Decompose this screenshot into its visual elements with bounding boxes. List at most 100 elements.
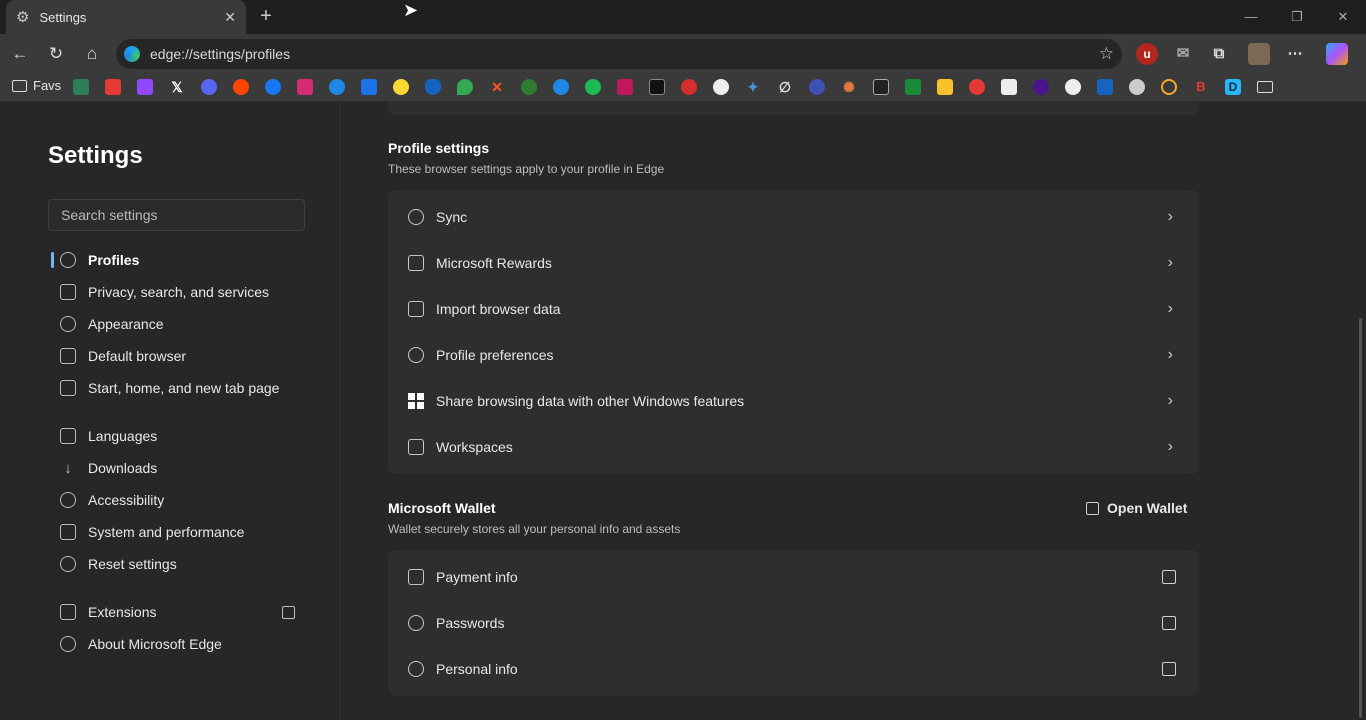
sidebar-item-reset[interactable]: Reset settings [60,552,310,576]
person-card-icon [408,661,424,677]
scrollbar[interactable] [1359,318,1362,718]
favicon-box-icon[interactable] [873,79,889,95]
favicon-purple-icon[interactable] [1033,79,1049,95]
sidebar-item-profiles[interactable]: Profiles [60,248,310,272]
favicon-ring-icon[interactable] [1161,79,1177,95]
row-import-browser-data[interactable]: Import browser data › [388,286,1199,332]
favicon-d-icon[interactable]: D [1225,79,1241,95]
favicon-bug-icon[interactable] [969,79,985,95]
refresh-icon[interactable]: ↻ [44,42,68,66]
row-passwords[interactable]: Passwords [388,600,1199,646]
url-text[interactable]: edge://settings/profiles [150,46,290,62]
previous-card-bottom [388,102,1199,115]
sidebar-item-default-browser[interactable]: Default browser [60,344,310,368]
row-payment-info[interactable]: Payment info [388,554,1199,600]
sidebar-item-languages[interactable]: Languages [60,424,310,448]
youtube-icon[interactable] [105,79,121,95]
favicon-green-icon[interactable] [521,79,537,95]
settings-sidebar: Settings Search settings Profiles Privac… [0,102,340,720]
favicon-dark-icon[interactable] [649,79,665,95]
reddit-icon[interactable] [233,79,249,95]
sidebar-item-downloads[interactable]: ↓ Downloads [60,456,310,480]
home-icon[interactable]: ⌂ [80,42,104,66]
discord-icon[interactable] [201,79,217,95]
tab-close-icon[interactable]: ✕ [224,9,236,26]
back-arrow-icon[interactable]: ← [8,42,32,66]
maps-icon[interactable] [457,79,473,95]
sidebar-item-label: Languages [88,428,158,444]
favicon-indigo-icon[interactable] [809,79,825,95]
favicon-yellow-icon[interactable] [937,79,953,95]
sidebar-item-privacy[interactable]: Privacy, search, and services [60,280,310,304]
favicon-terminal-icon[interactable] [1097,79,1113,95]
x-icon[interactable]: 𝕏 [169,79,185,95]
row-microsoft-rewards[interactable]: Microsoft Rewards › [388,240,1199,286]
row-profile-preferences[interactable]: Profile preferences › [388,332,1199,378]
folder-icon [12,79,27,92]
profile-settings-title: Profile settings [388,140,490,156]
windows-logo-icon [408,393,424,409]
minimize-button[interactable]: — [1228,0,1274,34]
favicon-1[interactable] [73,79,89,95]
row-workspaces[interactable]: Workspaces › [388,424,1199,470]
sidebar-item-about[interactable]: About Microsoft Edge [60,632,310,656]
open-wallet-link[interactable]: Open Wallet [1086,500,1187,516]
wallet-title: Microsoft Wallet [388,500,496,516]
favorites-folder[interactable]: Favs [12,78,61,93]
favicon-bing-icon[interactable] [329,79,345,95]
other-favorites-folder-icon[interactable] [1257,81,1273,93]
puzzle-icon [60,604,76,620]
x-orange-icon[interactable]: ✕ [489,79,505,95]
sidebar-item-extensions[interactable]: Extensions [60,600,310,624]
key-icon [408,615,424,631]
new-tab-button[interactable]: + [256,5,276,27]
row-personal-info[interactable]: Personal info [388,646,1199,692]
sidebar-item-system[interactable]: System and performance [60,520,310,544]
twitch-icon[interactable] [137,79,153,95]
profile-avatar[interactable] [1248,43,1270,65]
favicon-blue-circle-icon[interactable] [553,79,569,95]
sidebar-item-label: Extensions [88,604,157,620]
ublock-extension-icon[interactable]: u [1136,43,1158,65]
sidebar-item-appearance[interactable]: Appearance [60,312,310,336]
lightbulb-icon[interactable] [393,79,409,95]
copilot-icon[interactable] [1326,43,1348,65]
address-bar[interactable]: edge://settings/profiles ☆ [116,39,1122,69]
favicon-red-icon[interactable] [681,79,697,95]
favicon-pink-icon[interactable] [617,79,633,95]
row-share-browsing-data[interactable]: Share browsing data with other Windows f… [388,378,1199,424]
shield-icon[interactable] [425,79,441,95]
row-label: Microsoft Rewards [436,255,552,271]
gemini-icon[interactable]: ✦ [745,79,761,95]
spotify-icon[interactable] [585,79,601,95]
tab-settings[interactable]: ⚙ Settings ✕ [6,0,246,34]
favicon-slash-icon[interactable]: ∅ [777,79,793,95]
sidebar-item-label: System and performance [88,524,245,540]
sidebar-item-label: Start, home, and new tab page [88,380,280,396]
sidebar-item-label: Profiles [88,252,140,268]
restore-button[interactable]: ❐ [1274,0,1320,34]
claude-icon[interactable]: ✺ [841,79,857,95]
extensions-puzzle-icon[interactable]: ⧉ [1208,43,1230,65]
favicon-sheet-icon[interactable] [905,79,921,95]
instagram-icon[interactable] [297,79,313,95]
search-settings-input[interactable]: Search settings [48,199,305,231]
sidebar-item-accessibility[interactable]: Accessibility [60,488,310,512]
favicon-hex-icon[interactable] [1129,79,1145,95]
favorite-star-icon[interactable]: ☆ [1099,44,1114,64]
favicon-white-icon[interactable] [1001,79,1017,95]
row-label: Share browsing data with other Windows f… [436,393,745,409]
row-label: Payment info [436,569,518,585]
favicon-ws-icon[interactable] [361,79,377,95]
import-icon [408,301,424,317]
mail-extension-icon[interactable]: ✉ [1172,43,1194,65]
sidebar-item-label: Appearance [88,316,164,332]
chatgpt-icon[interactable] [713,79,729,95]
close-window-button[interactable]: ✕ [1320,0,1366,34]
more-menu-icon[interactable]: ⋯ [1284,43,1306,65]
row-sync[interactable]: Sync › [388,194,1199,240]
favicon-b-icon[interactable]: B [1193,79,1209,95]
github-icon[interactable] [1065,79,1081,95]
sidebar-item-start-home[interactable]: Start, home, and new tab page [60,376,310,400]
facebook-icon[interactable] [265,79,281,95]
